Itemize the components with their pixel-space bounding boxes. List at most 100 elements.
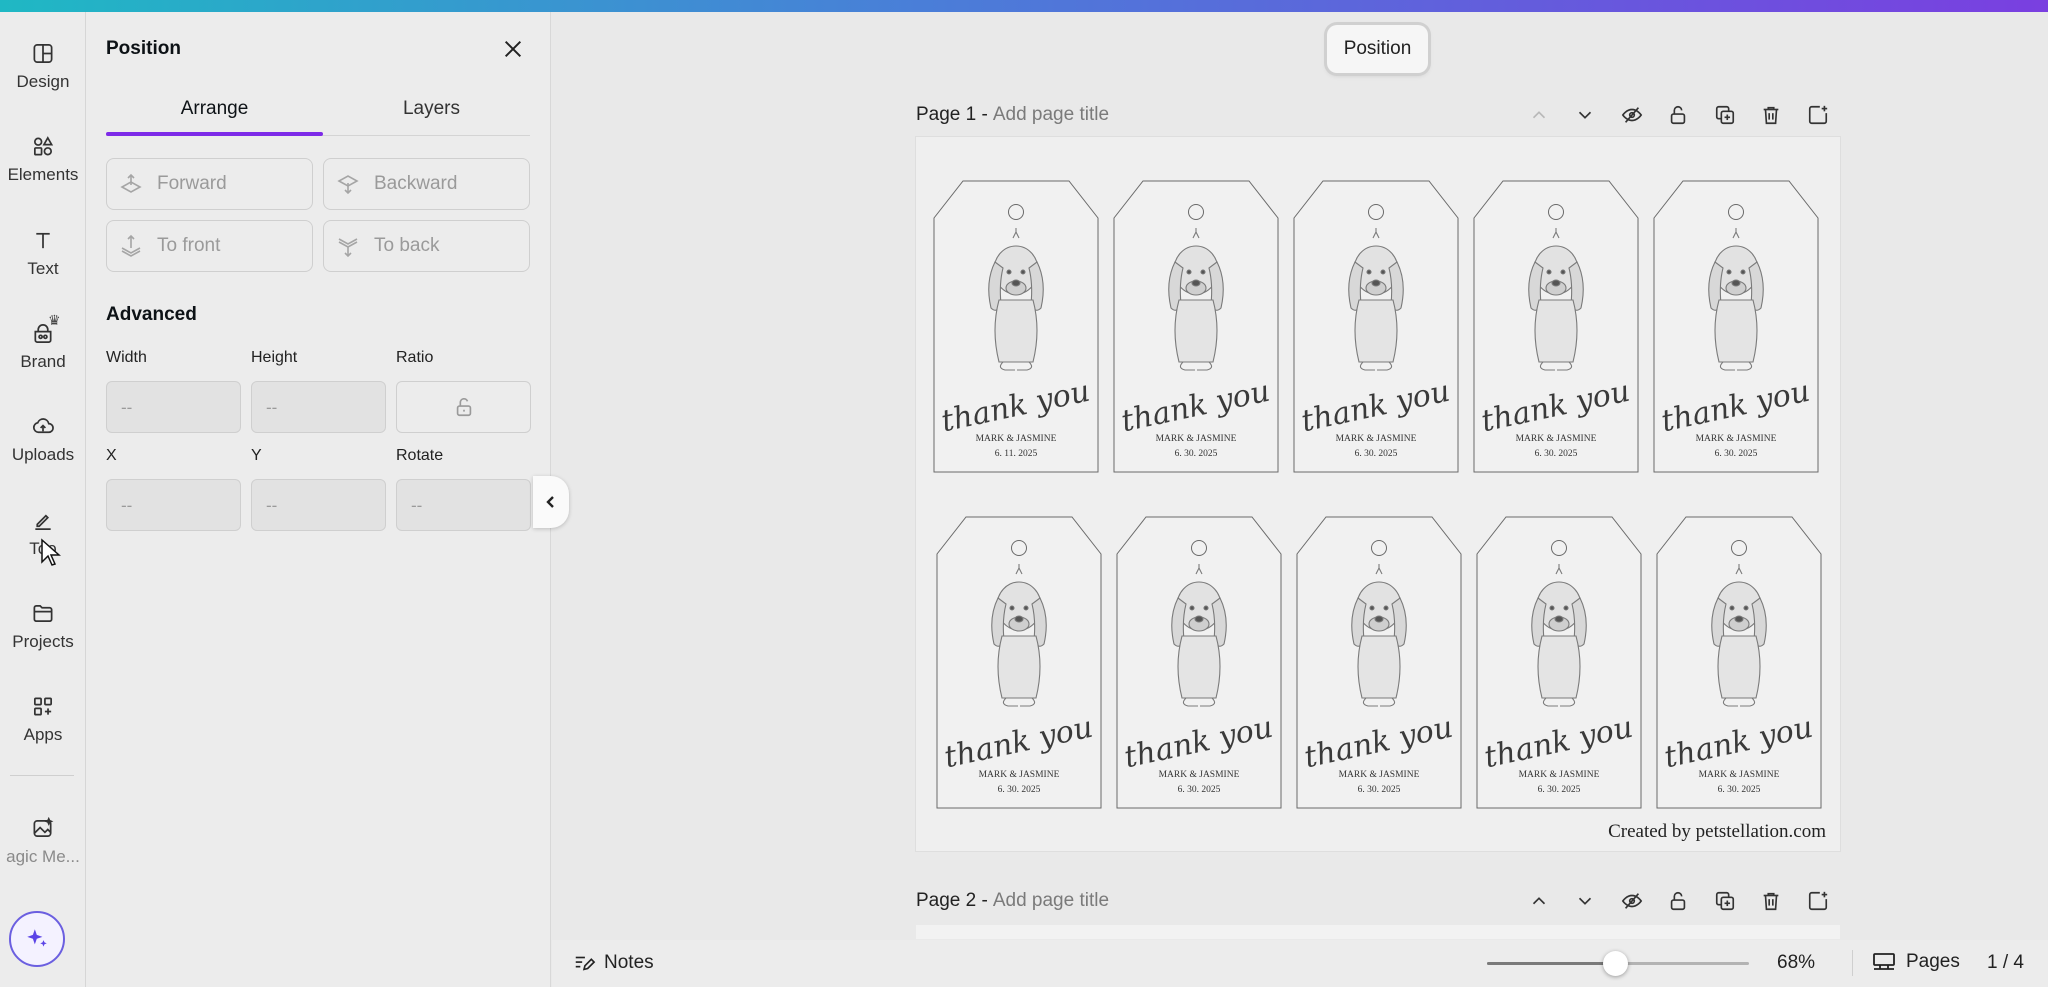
add-page-icon [1808, 891, 1827, 911]
close-panel-button[interactable] [498, 34, 528, 64]
page-2-hide-button[interactable] [1609, 886, 1656, 916]
rail-item-design[interactable]: Design [0, 12, 86, 92]
page-count: 1 / 4 [1987, 952, 2024, 973]
gift-tag-outline: thank you [1113, 180, 1279, 473]
forward-label: Forward [157, 173, 227, 194]
page-2-lock-button[interactable] [1655, 886, 1702, 916]
add-page-icon [1808, 105, 1827, 125]
page-1-move-down-button[interactable] [1562, 100, 1609, 130]
tag-names: MARK & JASMINE [1698, 770, 1780, 780]
position-toolbar-button[interactable]: Position [1327, 25, 1428, 73]
page-1-title-input[interactable]: Add page title [993, 104, 1109, 126]
y-field[interactable]: -- [251, 479, 386, 531]
rotate-field[interactable]: -- [396, 479, 531, 531]
page-2-header: Page 2 - Add page title [916, 884, 1841, 918]
rail-item-text[interactable]: Text [0, 199, 86, 279]
zoom-slider-fill [1487, 962, 1616, 965]
tag-date: 6. 30. 2025 [1357, 785, 1401, 795]
tag-date: 6. 30. 2025 [1534, 449, 1578, 459]
page-2-move-down-button[interactable] [1562, 886, 1609, 916]
pages-icon [1873, 953, 1895, 970]
width-field[interactable]: -- [106, 381, 241, 433]
panel-title: Position [106, 38, 181, 59]
height-field[interactable]: -- [251, 381, 386, 433]
zoom-level[interactable]: 68% [1777, 952, 1815, 974]
x-field[interactable]: -- [106, 479, 241, 531]
backward-button[interactable]: Backward [323, 158, 530, 210]
tag-date: 6. 30. 2025 [1177, 785, 1221, 795]
rail-item-uploads[interactable]: Uploads [0, 385, 86, 465]
rail-item-brand[interactable]: Brand [0, 292, 86, 372]
page-2-add-button[interactable] [1795, 886, 1842, 916]
chevron-up-icon [1532, 897, 1545, 905]
notes-button[interactable]: Notes [572, 952, 654, 974]
tag-names: MARK & JASMINE [978, 770, 1060, 780]
gift-tag[interactable]: thank you MARK & JASMINE 6. 30. 2025 [1656, 516, 1822, 809]
gift-tag[interactable]: thank you MARK & JASMINE 6. 30. 2025 [1296, 516, 1462, 809]
eye-off-icon [1621, 893, 1642, 909]
ratio-lock-button[interactable] [396, 381, 531, 433]
page-2-move-up-button[interactable] [1516, 886, 1563, 916]
tag-date: 6. 30. 2025 [1174, 449, 1218, 459]
rail-item-projects[interactable]: Projects [0, 572, 86, 652]
collapse-panel-button[interactable] [533, 476, 569, 528]
rail-label-text: Text [27, 259, 59, 278]
tag-names: MARK & JASMINE [1158, 770, 1240, 780]
unlock-icon [1671, 105, 1686, 125]
page-2-delete-button[interactable] [1748, 886, 1795, 916]
gift-tag[interactable]: thank you MARK & JASMINE 6. 30. 2025 [1113, 180, 1279, 473]
magic-media-icon [33, 817, 54, 838]
tag-names: MARK & JASMINE [1518, 770, 1600, 780]
chevron-down-icon [1579, 111, 1592, 119]
page-2-title-input[interactable]: Add page title [993, 890, 1109, 912]
left-rail: Design Elements Text Brand Uploads Too P… [0, 12, 86, 987]
gift-tag-outline: thank you [1653, 180, 1819, 473]
zoom-slider-thumb[interactable] [1602, 951, 1628, 976]
tag-date: 6. 30. 2025 [1537, 785, 1581, 795]
credit-text[interactable]: Created by petstellation.com [1596, 821, 1826, 843]
pages-button[interactable]: Pages [1872, 950, 1960, 974]
page-1-duplicate-button[interactable] [1702, 100, 1749, 130]
zoom-slider[interactable] [1487, 951, 1749, 976]
duplicate-icon [1715, 105, 1734, 125]
brand-gradient-bar [0, 0, 2048, 12]
tag-names: MARK & JASMINE [1695, 434, 1777, 444]
gift-tag[interactable]: thank you MARK & JASMINE 6. 11. 2025 [933, 180, 1099, 473]
gift-tag[interactable]: thank you MARK & JASMINE 6. 30. 2025 [1116, 516, 1282, 809]
tab-arrange[interactable]: Arrange [106, 98, 323, 148]
close-icon [504, 40, 522, 58]
forward-button[interactable]: Forward [106, 158, 313, 210]
magic-assistant-button[interactable] [9, 911, 65, 967]
gift-tag-outline: thank you [1476, 516, 1642, 809]
height-label: Height [251, 349, 298, 366]
gift-tag[interactable]: thank you MARK & JASMINE 6. 30. 2025 [1476, 516, 1642, 809]
tag-names: MARK & JASMINE [975, 434, 1057, 444]
page-1-canvas[interactable]: thank you MARK & JASMINE 6. 11. 2025 thank … [916, 137, 1840, 851]
page-2-duplicate-button[interactable] [1702, 886, 1749, 916]
gift-tag-outline: thank you [936, 516, 1102, 809]
to-back-button[interactable]: To back [323, 220, 530, 272]
page-1-delete-button[interactable] [1748, 100, 1795, 130]
rail-label-brand: Brand [20, 352, 66, 371]
gift-tag[interactable]: thank you MARK & JASMINE 6. 30. 2025 [1653, 180, 1819, 473]
mouse-cursor-icon [41, 538, 61, 566]
rail-label-design: Design [16, 72, 70, 91]
tab-layers[interactable]: Layers [323, 98, 540, 148]
gift-tag[interactable]: thank you MARK & JASMINE 6. 30. 2025 [936, 516, 1102, 809]
page-1-move-up-button[interactable] [1516, 100, 1563, 130]
rail-item-apps[interactable]: Apps [0, 665, 86, 745]
gift-tag[interactable]: thank you MARK & JASMINE 6. 30. 2025 [1293, 180, 1459, 473]
page-1-add-button[interactable] [1795, 100, 1842, 130]
text-icon [36, 232, 50, 249]
unlock-icon [1671, 891, 1686, 911]
page-1-hide-button[interactable] [1609, 100, 1656, 130]
gift-tag[interactable]: thank you MARK & JASMINE 6. 30. 2025 [1473, 180, 1639, 473]
page-2-canvas[interactable] [916, 925, 1840, 939]
rail-item-magic-media[interactable]: agic Me... [0, 787, 86, 867]
to-front-button[interactable]: To front [106, 220, 313, 272]
tools-icon [35, 514, 51, 530]
rail-label-magic-media: agic Me... [6, 847, 80, 866]
to-front-icon [121, 234, 141, 257]
rail-item-elements[interactable]: Elements [0, 105, 86, 185]
page-1-lock-button[interactable] [1655, 100, 1702, 130]
